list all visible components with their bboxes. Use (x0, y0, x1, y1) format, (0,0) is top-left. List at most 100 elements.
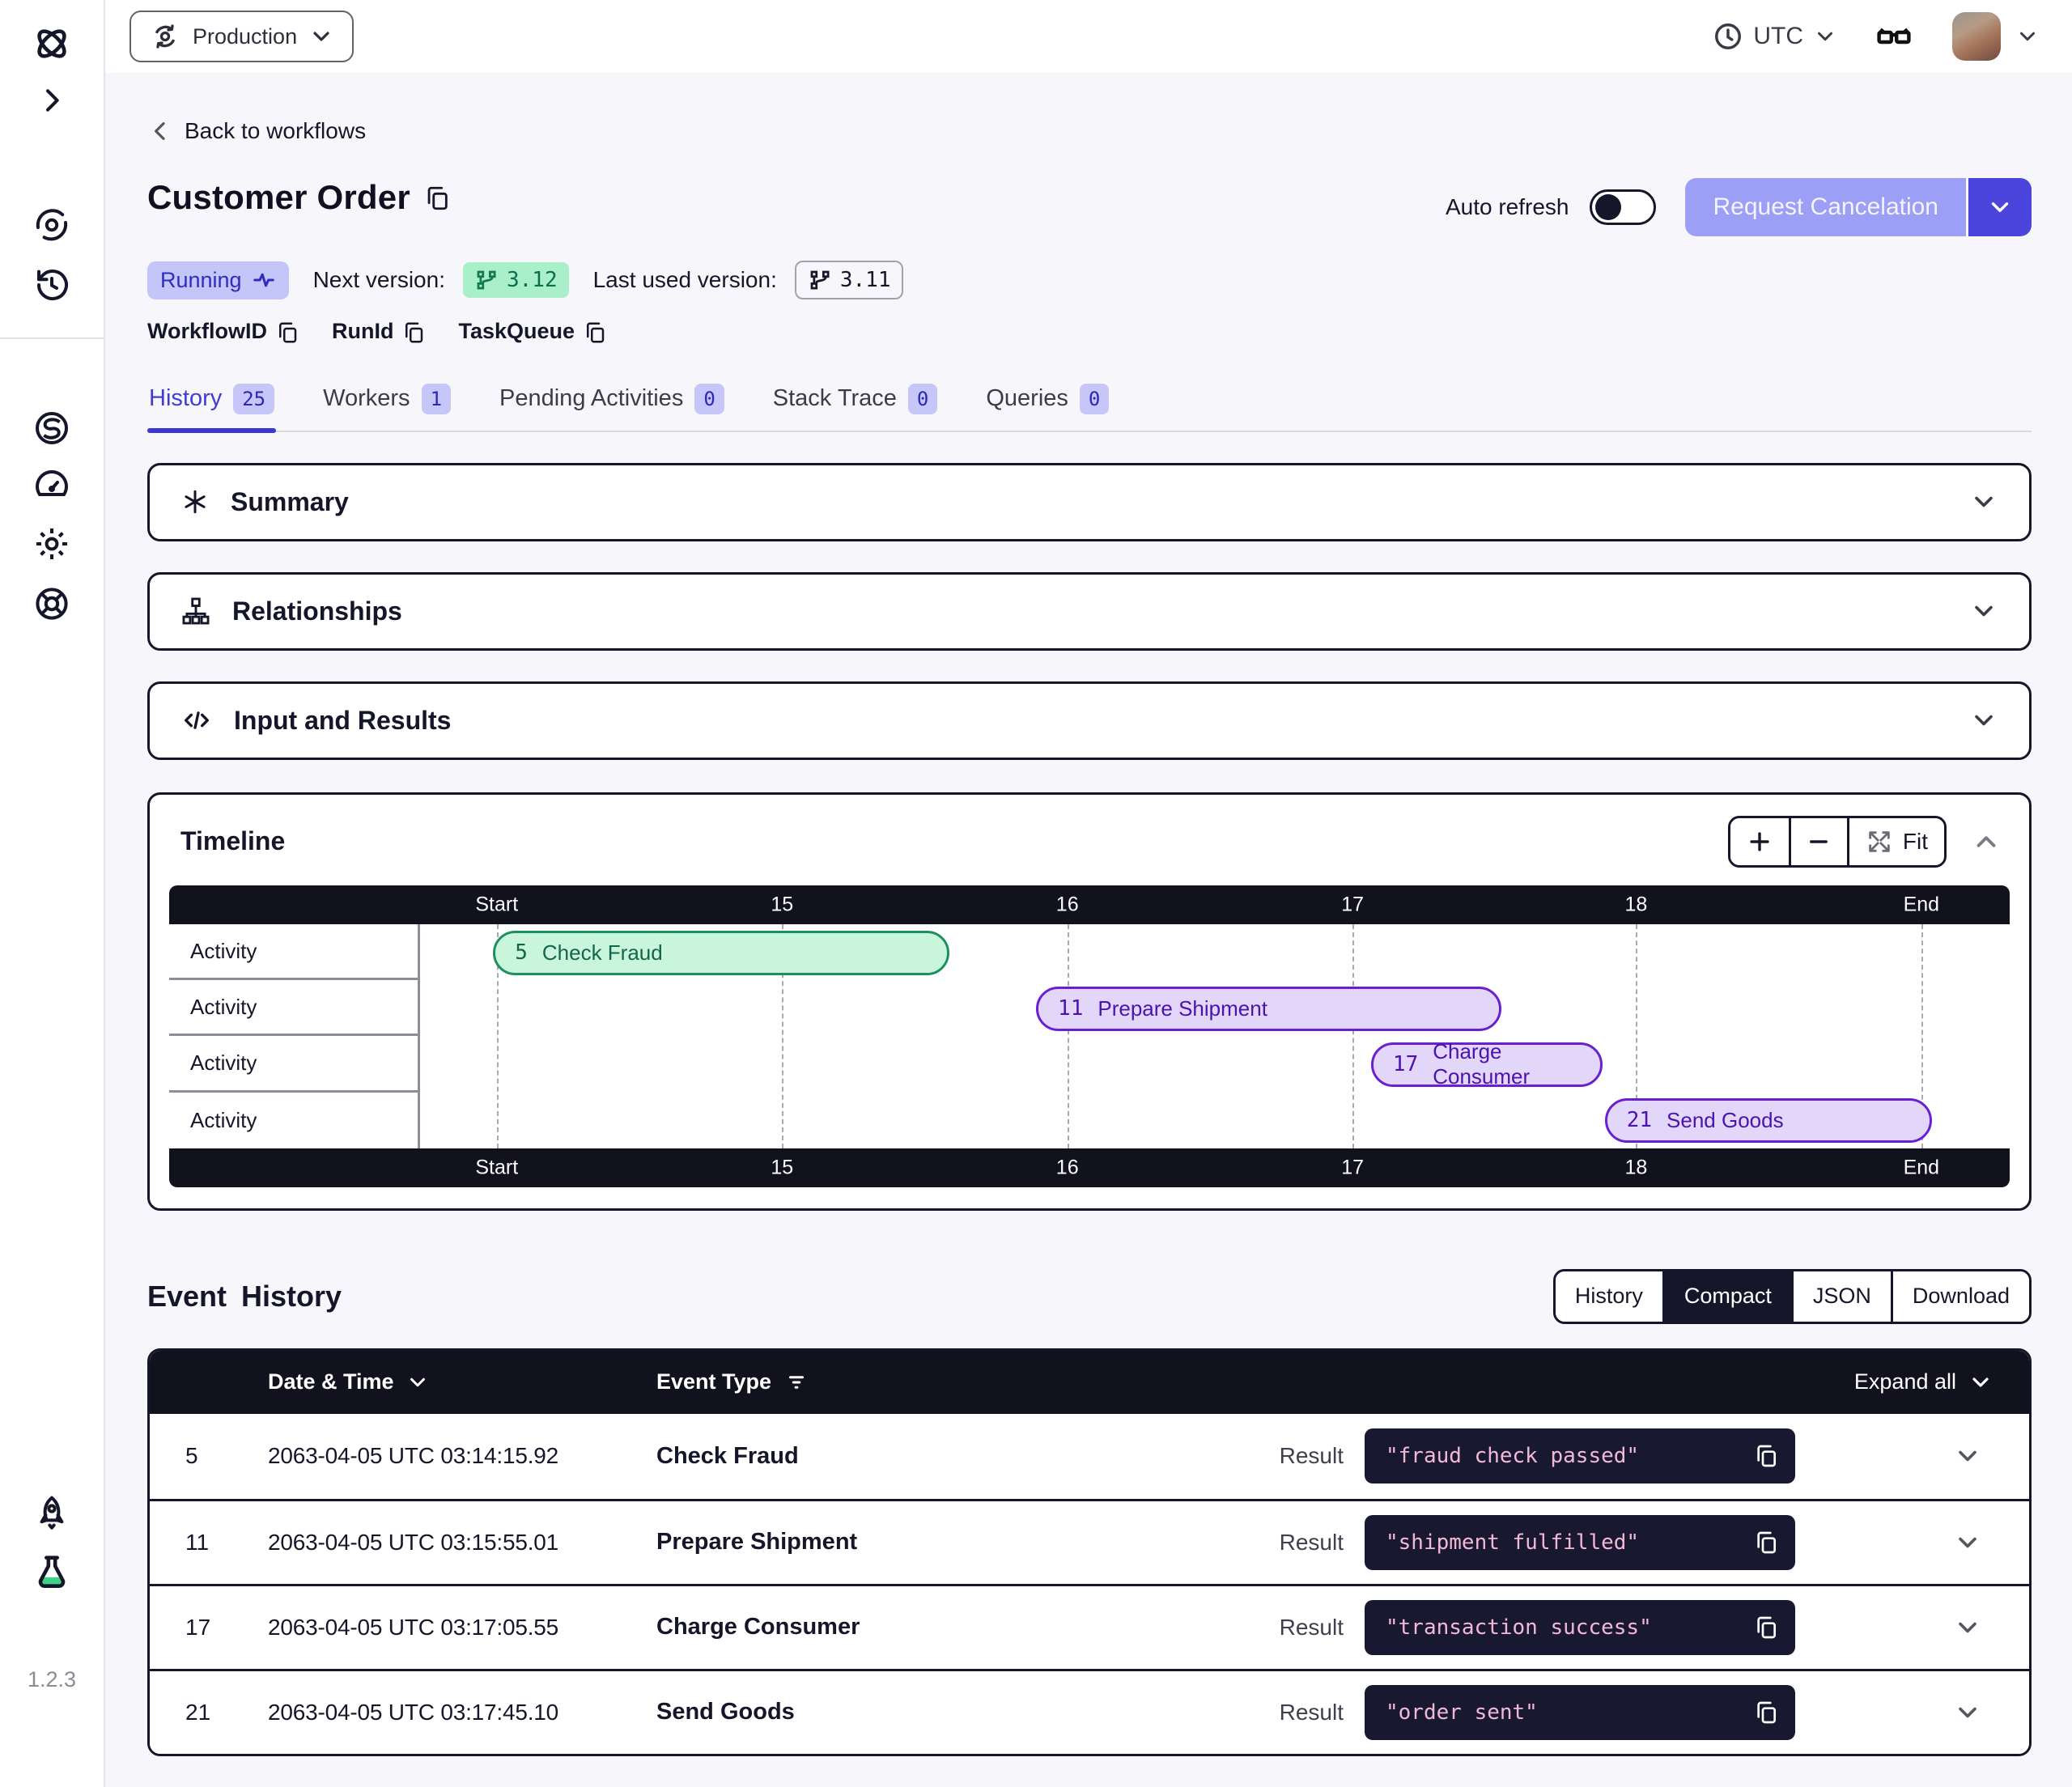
getting-started-rocket-icon[interactable] (32, 1493, 71, 1532)
labs-flask-icon[interactable] (32, 1552, 72, 1593)
event-history-table-header: Date & Time Event Type Expand all (150, 1351, 2029, 1414)
input-results-section[interactable]: Input and Results (147, 681, 2032, 760)
clock-icon (1713, 21, 1743, 52)
tab-queries-count: 0 (1080, 384, 1109, 414)
download-button[interactable]: Download (1891, 1271, 2029, 1322)
main-content: Back to workflows Customer Order Auto re… (105, 73, 2072, 1756)
settings-gear-icon[interactable] (32, 524, 71, 563)
tab-history[interactable]: History 25 (147, 379, 276, 431)
event-row-charge-consumer[interactable]: 17 2063-04-05 UTC 03:17:05.55 Charge Con… (150, 1584, 2029, 1669)
expand-row-chevron[interactable] (1795, 1613, 1993, 1642)
chevron-down-icon (1986, 193, 2014, 221)
chevron-down-icon (1813, 24, 1837, 49)
branch-icon (474, 268, 499, 292)
relationships-section[interactable]: Relationships (147, 572, 2032, 651)
namespace-sync-icon (149, 20, 181, 53)
filter-icon (784, 1370, 809, 1394)
workflow-id-item: WorkflowID (147, 319, 299, 345)
view-compact-button[interactable]: Compact (1662, 1271, 1791, 1322)
namespace-picker[interactable]: Production (130, 11, 354, 62)
avatar[interactable] (1952, 12, 2001, 61)
nexus-icon[interactable] (32, 409, 71, 448)
copy-result-icon[interactable] (1753, 1700, 1779, 1725)
expand-icon (1866, 828, 1893, 855)
expand-row-chevron[interactable] (1795, 1441, 1993, 1471)
timezone-label: UTC (1753, 23, 1803, 50)
sort-datetime-button[interactable]: Date & Time (268, 1369, 656, 1394)
fit-button[interactable]: Fit (1847, 818, 1944, 865)
timeline-bar-charge-consumer[interactable]: 17 Charge Consumer (1371, 1042, 1603, 1087)
event-row-check-fraud[interactable]: 5 2063-04-05 UTC 03:14:15.92 Check Fraud… (150, 1414, 2029, 1499)
view-json-button[interactable]: JSON (1791, 1271, 1891, 1322)
copy-result-icon[interactable] (1753, 1530, 1779, 1556)
chevron-down-icon[interactable] (1969, 706, 1998, 735)
zoom-in-button[interactable] (1730, 818, 1789, 865)
gridline (1068, 924, 1069, 1148)
workflows-icon[interactable] (32, 206, 71, 244)
expand-row-chevron[interactable] (1795, 1698, 1993, 1727)
timeline-title: Timeline (180, 826, 285, 856)
copy-run-id-icon[interactable] (401, 319, 426, 345)
feedback-glasses-icon[interactable] (1875, 17, 1913, 56)
last-version-badge: 3.11 (795, 261, 904, 299)
sidebar-expand-icon[interactable] (36, 84, 68, 117)
timeline-zoom-controls: Fit (1728, 816, 1947, 868)
sidebar: 1.2.3 (0, 0, 105, 1787)
app-version: 1.2.3 (0, 1667, 104, 1692)
filter-event-type-button[interactable]: Event Type (656, 1369, 809, 1394)
tab-pending-activities[interactable]: Pending Activities 0 (498, 379, 726, 431)
copy-workflow-id-icon[interactable] (275, 319, 299, 345)
account-menu-chevron[interactable] (2015, 24, 2040, 49)
chevron-down-icon[interactable] (1969, 487, 1998, 516)
sitemap-icon (180, 596, 211, 626)
chevron-down-icon (405, 1370, 430, 1394)
timezone-selector[interactable]: UTC (1713, 21, 1837, 52)
timeline-axis-bottom: Start 15 16 17 18 End (169, 1148, 2010, 1187)
tab-stack-trace-count: 0 (908, 384, 937, 414)
usage-gauge-icon[interactable] (32, 465, 71, 504)
timeline-bar-check-fraud[interactable]: 5 Check Fraud (493, 931, 949, 975)
tab-queries[interactable]: Queries 0 (984, 379, 1110, 431)
sidebar-divider (0, 337, 104, 339)
event-row-send-goods[interactable]: 21 2063-04-05 UTC 03:17:45.10 Send Goods… (150, 1669, 2029, 1754)
next-version-badge: 3.12 (463, 262, 569, 298)
event-row-prepare-shipment[interactable]: 11 2063-04-05 UTC 03:15:55.01 Prepare Sh… (150, 1499, 2029, 1584)
timeline-bar-prepare-shipment[interactable]: 11 Prepare Shipment (1036, 987, 1501, 1031)
timeline-section: Timeline Fit Start 15 16 (147, 792, 2032, 1211)
asterisk-icon (180, 487, 210, 516)
copy-task-queue-icon[interactable] (583, 319, 607, 345)
support-lifebuoy-icon[interactable] (32, 584, 71, 623)
chevron-down-icon[interactable] (1969, 596, 1998, 626)
auto-refresh-toggle[interactable] (1590, 189, 1656, 225)
view-history-button[interactable]: History (1556, 1271, 1662, 1322)
result-code-pill: "order sent" (1365, 1685, 1795, 1740)
toggle-knob (1595, 194, 1621, 220)
expand-all-button[interactable]: Expand all (1854, 1369, 1993, 1395)
copy-result-icon[interactable] (1753, 1443, 1779, 1469)
schedules-icon[interactable] (32, 265, 71, 304)
code-icon (180, 704, 213, 736)
copy-result-icon[interactable] (1753, 1615, 1779, 1641)
tab-bar: History 25 Workers 1 Pending Activities … (147, 379, 2032, 432)
event-history-table: Date & Time Event Type Expand all 5 2063… (147, 1348, 2032, 1756)
tab-workers[interactable]: Workers 1 (321, 379, 452, 431)
timeline-axis-top: Start 15 16 17 18 End (169, 885, 2010, 924)
result-code-pill: "transaction success" (1365, 1600, 1795, 1655)
request-cancelation-menu-button[interactable] (1968, 178, 2032, 236)
collapse-timeline-button[interactable] (1971, 826, 2002, 857)
back-to-workflows-link[interactable]: Back to workflows (147, 118, 2032, 144)
summary-section[interactable]: Summary (147, 463, 2032, 541)
timeline-row-labels: Activity Activity Activity Activity (169, 924, 420, 1148)
run-id-item: RunId (332, 319, 426, 345)
pulse-icon (252, 268, 276, 292)
task-queue-item: TaskQueue (458, 319, 607, 345)
request-cancelation-button[interactable]: Request Cancelation (1685, 178, 1966, 236)
timeline-chart: Start 15 16 17 18 End Activity Activity … (169, 885, 2010, 1187)
timeline-row-label: Activity (169, 1093, 420, 1148)
timeline-bar-send-goods[interactable]: 21 Send Goods (1605, 1098, 1933, 1143)
expand-row-chevron[interactable] (1795, 1528, 1993, 1557)
tab-stack-trace[interactable]: Stack Trace 0 (771, 379, 940, 431)
copy-title-icon[interactable] (423, 185, 451, 212)
zoom-out-button[interactable] (1789, 818, 1847, 865)
chevron-up-icon (1971, 826, 2002, 857)
